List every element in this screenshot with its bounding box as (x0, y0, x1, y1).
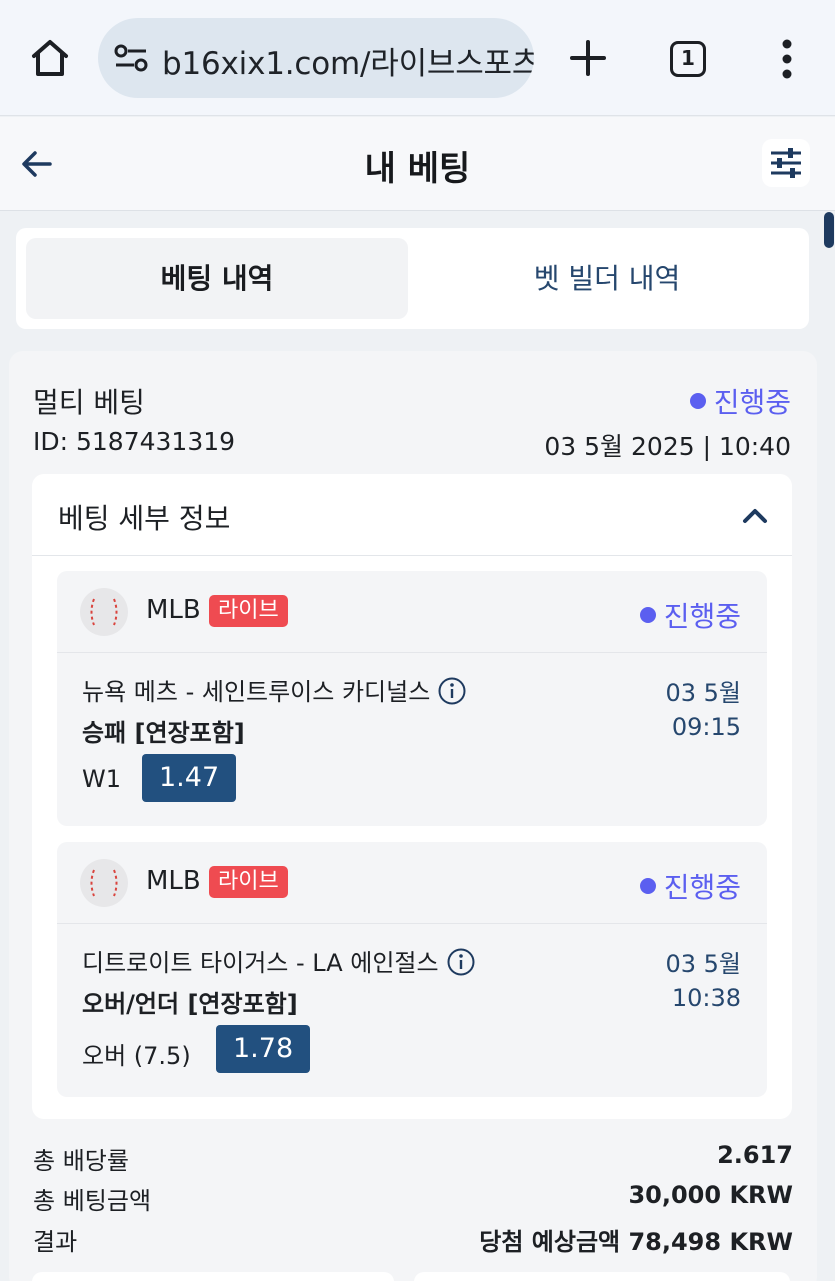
info-icon[interactable] (447, 948, 475, 976)
baseball-icon (80, 859, 128, 907)
filter-icon (771, 148, 801, 178)
action-button-left[interactable] (32, 1272, 394, 1281)
result-label: 결과 (33, 1228, 78, 1256)
match-name: 디트로이트 타이거스 - LA 에인절스 (82, 943, 475, 978)
bet-status: 진행중 (689, 381, 791, 421)
match-date: 03 5월 (665, 950, 741, 978)
live-badge: 라이브 (209, 866, 288, 898)
bet-date: 03 5월 2025 | 10:40 (544, 432, 791, 461)
home-icon[interactable] (28, 36, 72, 80)
more-vert-icon[interactable] (770, 38, 804, 80)
app-header: 내 베팅 (0, 117, 835, 211)
info-icon[interactable] (438, 677, 466, 705)
live-badge: 라이브 (209, 595, 288, 627)
match-name: 뉴욕 메츠 - 세인트루이스 카디널스 (82, 672, 466, 707)
bet-type: 멀티 베팅 (33, 386, 145, 419)
url-text[interactable]: b16xix1.com/라이브스포츠 (162, 38, 534, 83)
scroll-thumb[interactable] (824, 212, 834, 248)
result-value: 당첨 예상금액 78,498 KRW (479, 1228, 793, 1256)
bet-card: 멀티 베팅 진행중 ID: 5187431319 03 5월 2025 | 10… (9, 351, 817, 1281)
match-time: 09:15 (671, 713, 741, 741)
pick-name: W1 (82, 765, 121, 793)
total-odds-value: 2.617 (717, 1141, 793, 1169)
pick-name: 오버 (7.5) (82, 1042, 191, 1070)
total-odds-label: 총 배당률 (33, 1147, 129, 1175)
selection-card: MLB 라이브 진행중 디트로이트 타이거스 - LA 에인절스 03 5월 1… (57, 842, 767, 1097)
page-title: 내 베팅 (364, 149, 471, 189)
bet-history-tabs: 베팅 내역 벳 빌더 내역 (16, 228, 809, 329)
total-stake-value: 30,000 KRW (628, 1181, 793, 1209)
action-button-right[interactable] (414, 1272, 790, 1281)
selection-status: 진행중 (639, 866, 741, 906)
tab-bet-builder-history[interactable]: 벳 빌더 내역 (416, 238, 798, 319)
plus-icon[interactable] (566, 36, 610, 80)
tab-count: 1 (681, 46, 695, 70)
odds-badge: 1.47 (142, 754, 237, 802)
bet-details-header[interactable]: 베팅 세부 정보 (32, 474, 792, 556)
address-bar[interactable]: b16xix1.com/라이브스포츠 (98, 18, 534, 98)
scrollbar[interactable] (824, 210, 835, 1281)
status-dot (639, 878, 656, 894)
league-name: MLB (146, 595, 201, 625)
chevron-up-icon[interactable] (740, 501, 770, 531)
total-odds-row: 총 배당률 2.617 (33, 1141, 793, 1177)
selection-header: MLB 라이브 진행중 (57, 842, 767, 924)
browser-toolbar: b16xix1.com/라이브스포츠 1 (0, 0, 835, 116)
result-row: 결과 당첨 예상금액 78,498 KRW (33, 1222, 793, 1258)
status-dot (689, 393, 706, 409)
tab-switcher-button[interactable]: 1 (670, 41, 706, 77)
selection-card: MLB 라이브 진행중 뉴욕 메츠 - 세인트루이스 카디널스 03 5월 09… (57, 571, 767, 826)
market-name: 오버/언더 [연장포함] (82, 990, 298, 1018)
market-name: 승패 [연장포함] (82, 719, 245, 747)
selection-status: 진행중 (639, 595, 741, 635)
league-name: MLB (146, 866, 201, 896)
total-stake-row: 총 베팅금액 30,000 KRW (33, 1181, 793, 1217)
bet-id: ID: 5187431319 (33, 427, 236, 456)
bet-details-panel: 베팅 세부 정보 MLB 라이브 진행중 뉴욕 메츠 - 세인트루이스 카디널스… (32, 474, 792, 1119)
bet-details-title: 베팅 세부 정보 (58, 502, 231, 535)
odds-badge: 1.78 (216, 1025, 311, 1073)
status-dot (639, 607, 656, 623)
match-date: 03 5월 (665, 679, 741, 707)
tab-bet-history[interactable]: 베팅 내역 (26, 238, 408, 319)
baseball-icon (80, 588, 128, 636)
filter-button[interactable] (762, 139, 810, 187)
match-time: 10:38 (671, 984, 741, 1012)
selection-header: MLB 라이브 진행중 (57, 571, 767, 653)
site-settings-icon[interactable] (114, 44, 148, 72)
total-stake-label: 총 베팅금액 (33, 1187, 152, 1215)
